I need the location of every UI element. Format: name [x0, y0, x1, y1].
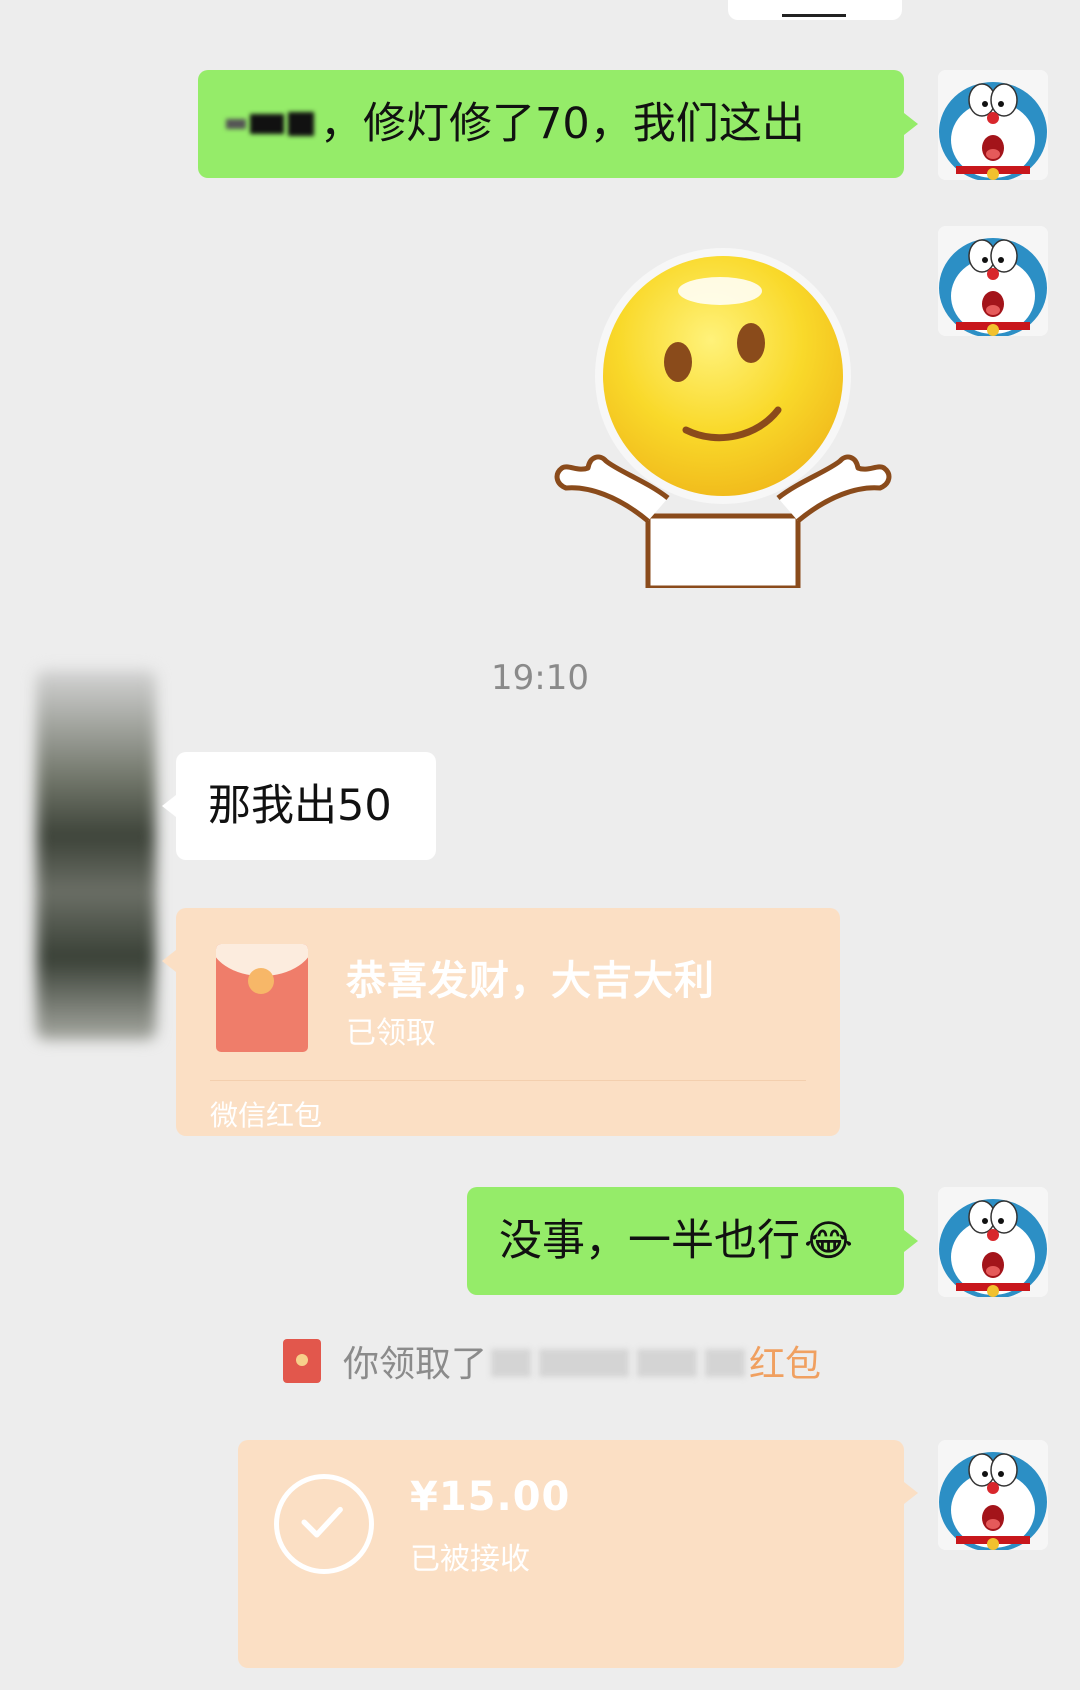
red-packet-title: 恭喜发财，大吉大利 [346, 958, 715, 1004]
check-circle-icon [274, 1474, 374, 1574]
timestamp: 19:10 [491, 658, 589, 698]
system-notice-red-packet: 你领取了 红包 [283, 1336, 821, 1386]
doraemon-avatar-icon [938, 226, 1048, 336]
bubble-tail [904, 1230, 918, 1252]
self-avatar[interactable] [938, 70, 1048, 180]
self-avatar[interactable] [938, 226, 1048, 336]
message-text: 那我出50 [208, 780, 392, 831]
doraemon-avatar-icon [938, 1187, 1048, 1297]
redacted-name [487, 1341, 749, 1382]
doraemon-avatar-icon [938, 1440, 1048, 1550]
smiley-shrug-sticker[interactable] [548, 246, 898, 591]
red-packet-icon [216, 944, 308, 1052]
message-text: 没事，一半也行 [499, 1215, 800, 1266]
message-text: ，修灯修了70，我们这出 [320, 98, 805, 149]
bubble-tail [162, 795, 176, 817]
red-packet-status: 已领取 [346, 1016, 436, 1051]
divider [210, 1080, 806, 1081]
message-bubble-self[interactable]: ，修灯修了70，我们这出 [198, 70, 904, 178]
bubble-tail [904, 113, 918, 135]
message-bubble-self[interactable]: 没事，一半也行 😂 [467, 1187, 904, 1295]
bubble-tail [162, 950, 176, 972]
bubble-tail [904, 1482, 918, 1504]
red-packet-footer: 微信红包 [210, 1099, 323, 1132]
transfer-message[interactable]: ¥15.00 已被接收 [238, 1440, 904, 1668]
self-avatar[interactable] [938, 1187, 1048, 1297]
system-notice-prefix: 你领取了 [343, 1344, 488, 1385]
red-packet-link[interactable]: 红包 [749, 1335, 821, 1387]
redacted-text [226, 112, 318, 136]
message-bubble-other[interactable]: 那我出50 [176, 752, 436, 860]
previous-message-fragment [728, 0, 902, 20]
red-packet-message[interactable]: 恭喜发财，大吉大利 已领取 微信红包 [176, 908, 840, 1136]
red-packet-icon [283, 1339, 321, 1383]
transfer-status: 已被接收 [410, 1542, 530, 1577]
doraemon-avatar-icon [938, 70, 1048, 180]
other-avatar[interactable] [36, 670, 156, 1040]
laughing-tears-emoji-icon: 😂 [804, 1216, 854, 1265]
self-avatar[interactable] [938, 1440, 1048, 1550]
transfer-amount: ¥15.00 [410, 1474, 571, 1520]
